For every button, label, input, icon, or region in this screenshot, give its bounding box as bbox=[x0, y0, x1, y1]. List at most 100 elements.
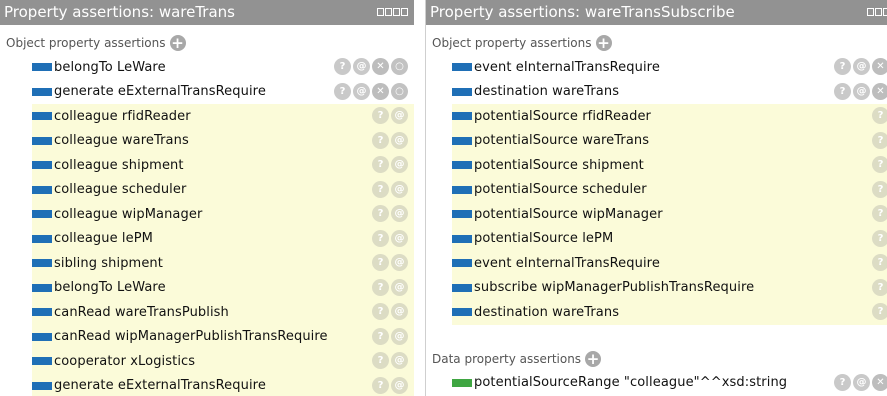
help-icon[interactable]: ? bbox=[372, 352, 389, 369]
maximize-icon[interactable] bbox=[393, 8, 400, 16]
help-icon[interactable]: ? bbox=[834, 373, 851, 391]
annotation-icon[interactable]: @ bbox=[353, 82, 370, 100]
object-property-icon bbox=[452, 308, 472, 317]
help-icon[interactable]: ? bbox=[872, 156, 887, 173]
delete-icon[interactable]: ✕ bbox=[372, 58, 389, 75]
float-icon[interactable] bbox=[867, 8, 874, 16]
split-icon[interactable] bbox=[385, 8, 392, 16]
help-icon[interactable]: ? bbox=[372, 205, 389, 222]
object-property-assertion-row[interactable]: potentialSource wareTrans ?@ bbox=[452, 128, 887, 153]
object-property-assertion-row[interactable]: canRead wareTransPublish? @ bbox=[32, 300, 414, 325]
help-icon[interactable]: ? bbox=[872, 131, 887, 149]
object-property-assertion-row[interactable]: generate eExternalTransRequire? @ bbox=[32, 373, 414, 396]
delete-icon[interactable]: ✕ bbox=[872, 82, 887, 100]
object-property-assertion-row[interactable]: potentialSource wipManager ?@ bbox=[452, 202, 887, 227]
split-icon[interactable] bbox=[875, 8, 882, 16]
help-icon[interactable]: ? bbox=[372, 180, 389, 198]
annotation-icon[interactable]: @ bbox=[391, 303, 408, 320]
edit-icon[interactable]: ○ bbox=[391, 58, 408, 75]
help-icon[interactable]: ? bbox=[872, 205, 887, 222]
annotation-icon[interactable]: @ bbox=[391, 278, 408, 296]
annotation-icon[interactable]: @ bbox=[391, 107, 408, 124]
window-controls[interactable] bbox=[867, 8, 887, 16]
annotation-icon[interactable]: @ bbox=[391, 156, 408, 173]
object-property-assertion-row[interactable]: colleague lePM? @ bbox=[32, 226, 414, 251]
annotation-icon[interactable]: @ bbox=[391, 205, 408, 222]
help-icon[interactable]: ? bbox=[334, 82, 351, 100]
object-property-assertion-row[interactable]: colleague rfidReader? @ bbox=[32, 104, 414, 129]
row-actions: ?@✕○ bbox=[334, 82, 408, 100]
help-icon[interactable]: ? bbox=[372, 107, 389, 124]
object-property-assertion-row[interactable]: destination wareTrans ?@✕○ bbox=[452, 80, 887, 105]
delete-icon[interactable]: ✕ bbox=[872, 373, 887, 391]
row-actions: ?@ bbox=[372, 205, 408, 222]
object-property-assertion-row[interactable]: colleague wareTrans? @ bbox=[32, 128, 414, 153]
edit-icon[interactable]: ○ bbox=[391, 82, 408, 100]
delete-icon[interactable]: ✕ bbox=[372, 82, 389, 100]
row-actions: ?@ bbox=[872, 107, 887, 124]
object-property-assertion-row[interactable]: colleague shipment? @ bbox=[32, 153, 414, 178]
help-icon[interactable]: ? bbox=[372, 376, 389, 394]
section-label: Object property assertions bbox=[6, 36, 166, 50]
help-icon[interactable]: ? bbox=[372, 278, 389, 296]
annotation-icon[interactable]: @ bbox=[391, 376, 408, 394]
annotation-icon[interactable]: @ bbox=[391, 352, 408, 369]
help-icon[interactable]: ? bbox=[372, 229, 389, 247]
float-icon[interactable] bbox=[377, 8, 384, 16]
help-icon[interactable]: ? bbox=[872, 229, 887, 247]
annotation-icon[interactable]: @ bbox=[853, 373, 870, 391]
help-icon[interactable]: ? bbox=[872, 107, 887, 124]
object-property-assertion-row[interactable]: canRead wipManagerPublishTransRequire? @ bbox=[32, 324, 414, 349]
object-property-assertion-row[interactable]: sibling shipment? @ bbox=[32, 251, 414, 276]
object-property-icon bbox=[452, 87, 472, 96]
object-property-assertion-row[interactable]: event eInternalTransRequire ?@✕○ bbox=[452, 55, 887, 80]
annotation-icon[interactable]: @ bbox=[353, 58, 370, 75]
object-property-assertion-row[interactable]: subscribe wipManagerPublishTransRequire?… bbox=[452, 275, 887, 300]
annotation-icon[interactable]: @ bbox=[391, 327, 408, 345]
help-icon[interactable]: ? bbox=[872, 180, 887, 198]
help-icon[interactable]: ? bbox=[372, 254, 389, 271]
add-object-property-button[interactable]: + bbox=[169, 35, 186, 51]
help-icon[interactable]: ? bbox=[872, 303, 887, 320]
help-icon[interactable]: ? bbox=[334, 58, 351, 75]
annotation-icon[interactable]: @ bbox=[853, 82, 870, 100]
object-property-assertion-row[interactable]: destination wareTrans ?@ bbox=[452, 300, 887, 325]
object-property-assertion-row[interactable]: cooperator xLogistics? @ bbox=[32, 349, 414, 374]
object-property-icon bbox=[32, 283, 52, 292]
maximize-icon[interactable] bbox=[883, 8, 887, 16]
object-property-assertion-row[interactable]: potentialSource shipment ?@ bbox=[452, 153, 887, 178]
object-property-assertion-row[interactable]: belongTo LeWare? @ ✕ ○ bbox=[32, 55, 414, 80]
assertion-label: colleague rfidReader bbox=[54, 108, 191, 124]
help-icon[interactable]: ? bbox=[834, 82, 851, 100]
panel-divider[interactable] bbox=[414, 0, 425, 396]
annotation-icon[interactable]: @ bbox=[391, 131, 408, 149]
add-data-property-button[interactable]: + bbox=[585, 350, 602, 367]
object-property-assertion-row[interactable]: belongTo LeWare? @ bbox=[32, 275, 414, 300]
help-icon[interactable]: ? bbox=[834, 58, 851, 75]
window-controls[interactable] bbox=[377, 8, 408, 16]
close-icon[interactable] bbox=[401, 8, 408, 16]
annotation-icon[interactable]: @ bbox=[853, 58, 870, 75]
help-icon[interactable]: ? bbox=[872, 278, 887, 296]
help-icon[interactable]: ? bbox=[372, 327, 389, 345]
object-property-icon bbox=[452, 161, 472, 170]
assertion-label: potentialSourceRange "colleague"^^xsd:st… bbox=[474, 375, 788, 391]
object-property-assertion-row[interactable]: potentialSource lePM ?@ bbox=[452, 226, 887, 251]
object-property-assertion-row[interactable]: potentialSource scheduler ?@ bbox=[452, 177, 887, 202]
object-property-assertion-row[interactable]: potentialSource rfidReader ?@ bbox=[452, 104, 887, 129]
object-property-assertion-row[interactable]: generate eExternalTransRequire? @ ✕ ○ bbox=[32, 80, 414, 105]
object-property-assertion-row[interactable]: colleague scheduler? @ bbox=[32, 177, 414, 202]
data-property-assertion-row[interactable]: potentialSourceRange "colleague"^^xsd:st… bbox=[452, 371, 887, 396]
annotation-icon[interactable]: @ bbox=[391, 229, 408, 247]
delete-icon[interactable]: ✕ bbox=[872, 58, 887, 75]
object-property-assertion-row[interactable]: colleague wipManager? @ bbox=[32, 202, 414, 227]
help-icon[interactable]: ? bbox=[372, 131, 389, 149]
annotation-icon[interactable]: @ bbox=[391, 254, 408, 271]
help-icon[interactable]: ? bbox=[372, 303, 389, 320]
assertion-label: destination wareTrans bbox=[474, 304, 620, 320]
help-icon[interactable]: ? bbox=[372, 156, 389, 173]
annotation-icon[interactable]: @ bbox=[391, 180, 408, 198]
add-object-property-button[interactable]: + bbox=[595, 35, 612, 51]
object-property-assertion-row[interactable]: event eInternalTransRequire ?@ bbox=[452, 251, 887, 276]
help-icon[interactable]: ? bbox=[872, 254, 887, 271]
